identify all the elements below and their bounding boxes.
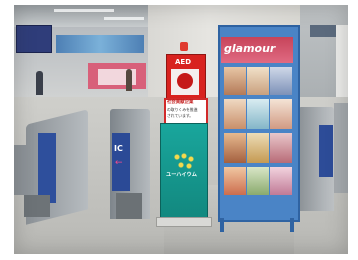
vignette [14,5,348,254]
station-photo: IC ← AED 社会貢献企業 の取りくみを推進 されています。 ユーハイウム … [14,5,348,254]
